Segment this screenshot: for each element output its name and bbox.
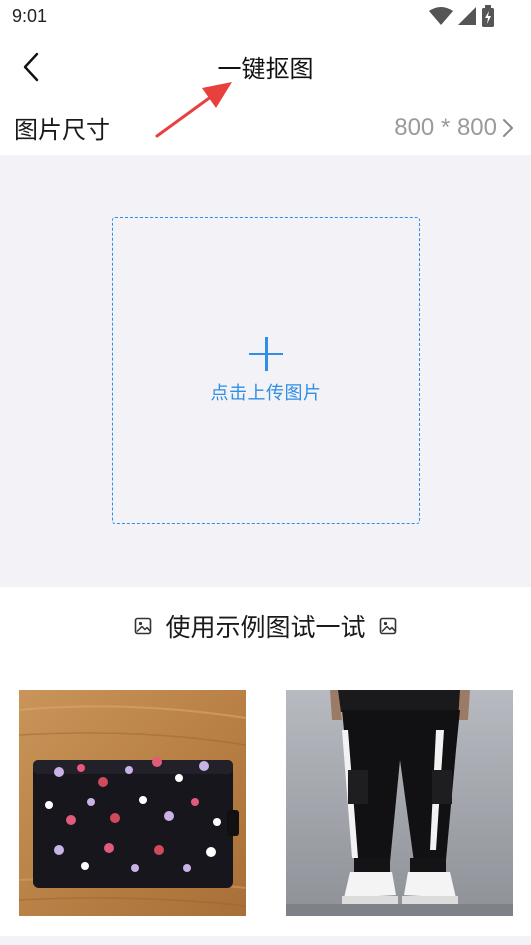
upload-image-button[interactable]: 点击上传图片 [112,217,420,524]
status-bar: 9:01 [0,0,531,34]
battery-icon [482,5,494,27]
image-size-selector[interactable]: 800 * 800 [394,114,515,142]
image-icon [135,617,152,635]
status-time: 9:01 [12,6,48,26]
example-image-pants[interactable] [286,690,513,916]
bottom-divider [0,936,531,945]
example-image-wallet[interactable] [19,690,246,916]
nav-bar: 一键抠图 [0,34,531,98]
image-size-value: 800 * 800 [394,113,497,141]
example-header: 使用示例图试一试 [0,598,531,654]
cargo-pants-photo [286,690,513,916]
chevron-right-icon [503,118,513,137]
upload-label: 点击上传图片 [210,382,322,404]
page-title: 一键抠图 [217,55,314,83]
upload-area: 点击上传图片 [0,155,531,587]
example-title: 使用示例图试一试 [165,613,366,642]
signal-icon [458,7,476,25]
wifi-icon [429,7,453,25]
image-icon [379,617,396,635]
plus-icon [249,336,283,371]
image-size-row[interactable]: 图片尺寸 800 * 800 [0,100,531,155]
image-size-label: 图片尺寸 [14,116,110,144]
status-icons [429,5,495,27]
floral-wallet-photo [19,690,246,916]
